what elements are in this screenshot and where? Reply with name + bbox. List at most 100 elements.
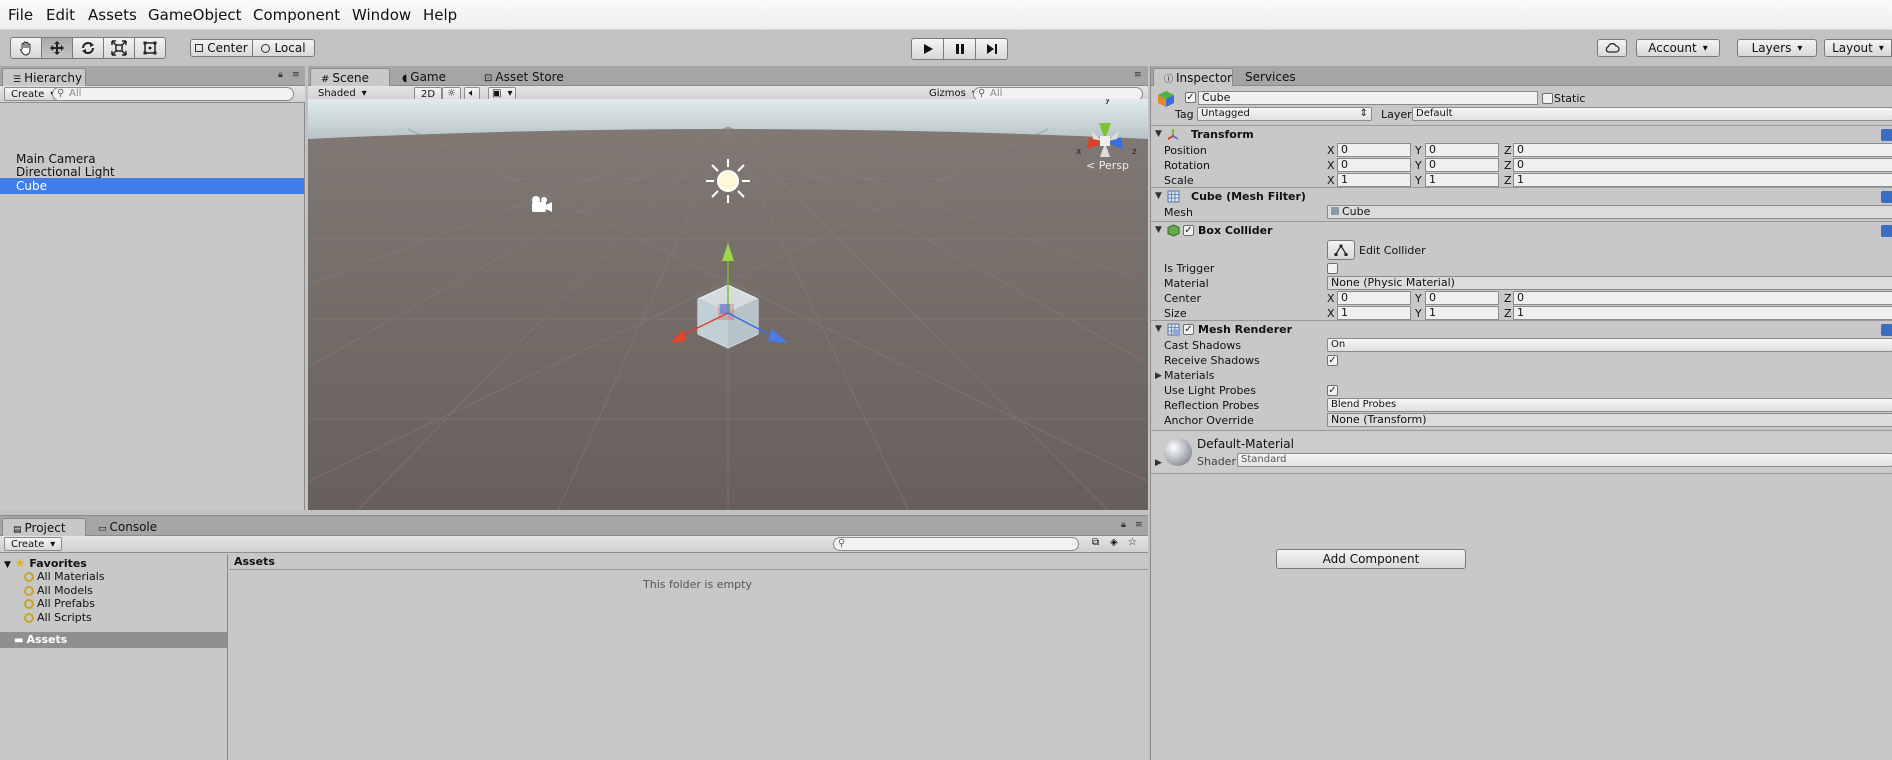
tab-services[interactable]: Services: [1235, 68, 1305, 86]
step-button[interactable]: [975, 38, 1008, 60]
center-x-field[interactable]: 0: [1337, 291, 1411, 305]
mesh-renderer-header[interactable]: ▼ ✓ Mesh Renderer: [1151, 320, 1892, 338]
scale-z-field[interactable]: 1: [1513, 173, 1892, 187]
object-name-field[interactable]: Cube: [1198, 91, 1538, 105]
position-z-field[interactable]: 0: [1513, 143, 1892, 157]
rotation-z-field[interactable]: 0: [1513, 158, 1892, 172]
favorite-star-icon[interactable]: ☆: [1128, 537, 1137, 548]
mesh-filter-header[interactable]: ▼ Cube (Mesh Filter): [1151, 187, 1892, 205]
menu-component[interactable]: Component: [253, 6, 340, 24]
search-by-type-icon[interactable]: ⧉: [1092, 537, 1099, 548]
position-x-field[interactable]: 0: [1337, 143, 1411, 157]
tab-hierarchy[interactable]: ☰ Hierarchy: [2, 68, 86, 86]
anchor-override-field[interactable]: None (Transform): [1327, 413, 1892, 427]
component-settings-icon[interactable]: [1881, 191, 1892, 203]
edit-collider-button[interactable]: [1327, 240, 1355, 260]
layout-dropdown[interactable]: Layout: [1824, 39, 1892, 57]
box-collider-header[interactable]: ▼ ✓ Box Collider: [1151, 221, 1892, 239]
favorite-all-materials[interactable]: All Materials: [24, 570, 105, 583]
light-probes-checkbox[interactable]: ✓: [1327, 385, 1338, 396]
edit-bounds-icon: [1334, 244, 1348, 256]
receive-shadows-checkbox[interactable]: ✓: [1327, 355, 1338, 366]
favorite-all-models[interactable]: All Models: [24, 584, 93, 597]
move-tool-button[interactable]: [41, 37, 73, 59]
box-collider-title: Box Collider: [1198, 224, 1273, 237]
component-settings-icon[interactable]: [1881, 129, 1892, 141]
layers-dropdown[interactable]: Layers: [1737, 39, 1817, 57]
scale-tool-button[interactable]: [103, 37, 135, 59]
rotate-tool-button[interactable]: [72, 37, 104, 59]
play-button[interactable]: [911, 38, 944, 60]
is-trigger-checkbox[interactable]: [1327, 263, 1338, 274]
search-by-label-icon[interactable]: ◈: [1110, 537, 1118, 548]
tab-console[interactable]: ▭ Console: [88, 518, 168, 536]
hierarchy-search-input[interactable]: ⚲ All: [52, 87, 294, 101]
center-z-field[interactable]: 0: [1513, 291, 1892, 305]
favorite-all-scripts[interactable]: All Scripts: [24, 611, 92, 624]
component-settings-icon[interactable]: [1881, 225, 1892, 237]
menu-file[interactable]: File: [8, 6, 33, 24]
shader-dropdown[interactable]: Standard: [1237, 453, 1892, 467]
layer-dropdown[interactable]: Default: [1412, 107, 1892, 121]
component-settings-icon[interactable]: [1881, 324, 1892, 336]
tag-dropdown[interactable]: Untagged ⇕: [1197, 107, 1372, 121]
menu-edit[interactable]: Edit: [46, 6, 75, 24]
menu-help[interactable]: Help: [423, 6, 457, 24]
center-y-field[interactable]: 0: [1425, 291, 1499, 305]
materials-label[interactable]: Materials: [1164, 369, 1214, 382]
tab-inspector[interactable]: ⓘ Inspector: [1153, 68, 1233, 86]
hierarchy-menu-icon[interactable]: ≡: [292, 70, 300, 80]
size-y-field[interactable]: 1: [1425, 306, 1499, 320]
playback-controls: [911, 38, 1008, 60]
pivot-center-button[interactable]: Center: [190, 39, 253, 57]
transform-header[interactable]: ▼ Transform: [1151, 125, 1892, 143]
tab-scene[interactable]: # Scene: [310, 68, 390, 86]
assets-root-folder[interactable]: ▬ Assets: [0, 632, 227, 648]
scene-menu-icon[interactable]: ≡: [1134, 70, 1142, 80]
pause-button[interactable]: [943, 38, 976, 60]
box-collider-enabled-checkbox[interactable]: ✓: [1183, 225, 1194, 236]
scale-x-field[interactable]: 1: [1337, 173, 1411, 187]
fold-closed-icon[interactable]: ▶: [1155, 371, 1162, 381]
menu-assets[interactable]: Assets: [88, 6, 137, 24]
menu-window[interactable]: Window: [352, 6, 411, 24]
size-x-value: 1: [1341, 306, 1348, 319]
hand-tool-button[interactable]: [10, 37, 42, 59]
account-dropdown[interactable]: Account: [1636, 39, 1720, 57]
static-checkbox[interactable]: [1542, 93, 1553, 104]
project-lock-icon[interactable]: 🔒︎: [1121, 520, 1126, 530]
mesh-renderer-title: Mesh Renderer: [1198, 323, 1293, 336]
project-search-input[interactable]: ⚲: [833, 537, 1079, 551]
tab-project[interactable]: ▤ Project: [2, 518, 86, 536]
favorite-all-prefabs[interactable]: All Prefabs: [24, 597, 95, 610]
hierarchy-item-cube[interactable]: Cube: [0, 178, 304, 194]
collab-cloud-button[interactable]: [1597, 39, 1627, 57]
tab-asset-store[interactable]: ⊡ Asset Store: [474, 68, 574, 86]
project-menu-icon[interactable]: ≡: [1135, 520, 1143, 530]
scene-viewport[interactable]: y x z < Persp: [308, 99, 1148, 510]
rotation-x-field[interactable]: 0: [1337, 158, 1411, 172]
tab-game[interactable]: ◖ Game: [392, 68, 472, 86]
menu-gameobject[interactable]: GameObject: [148, 6, 242, 24]
collider-material-field[interactable]: None (Physic Material): [1327, 276, 1892, 290]
size-x-field[interactable]: 1: [1337, 306, 1411, 320]
hierarchy-lock-icon[interactable]: 🔒︎: [278, 70, 283, 80]
assets-breadcrumb-label[interactable]: Assets: [234, 555, 275, 568]
reflection-probes-dropdown[interactable]: Blend Probes: [1327, 398, 1892, 412]
rect-tool-button[interactable]: [134, 37, 166, 59]
favorites-folder[interactable]: ▼ ★ Favorites: [4, 556, 87, 570]
mesh-renderer-enabled-checkbox[interactable]: ✓: [1183, 324, 1194, 335]
object-active-checkbox[interactable]: ✓: [1185, 92, 1196, 103]
size-z-field[interactable]: 1: [1513, 306, 1892, 320]
space-local-button[interactable]: Local: [252, 39, 315, 57]
scale-y-field[interactable]: 1: [1425, 173, 1499, 187]
position-y-field[interactable]: 0: [1425, 143, 1499, 157]
mesh-object-field[interactable]: Cube: [1327, 205, 1892, 219]
project-create-button[interactable]: Create: [4, 537, 63, 551]
material-section[interactable]: ▶ Default-Material Shader Standard: [1151, 430, 1892, 474]
star-icon: ★: [14, 556, 26, 570]
add-component-button[interactable]: Add Component: [1276, 549, 1466, 569]
persp-label[interactable]: < Persp: [1086, 159, 1129, 172]
cast-shadows-dropdown[interactable]: On: [1327, 338, 1892, 352]
rotation-y-field[interactable]: 0: [1425, 158, 1499, 172]
